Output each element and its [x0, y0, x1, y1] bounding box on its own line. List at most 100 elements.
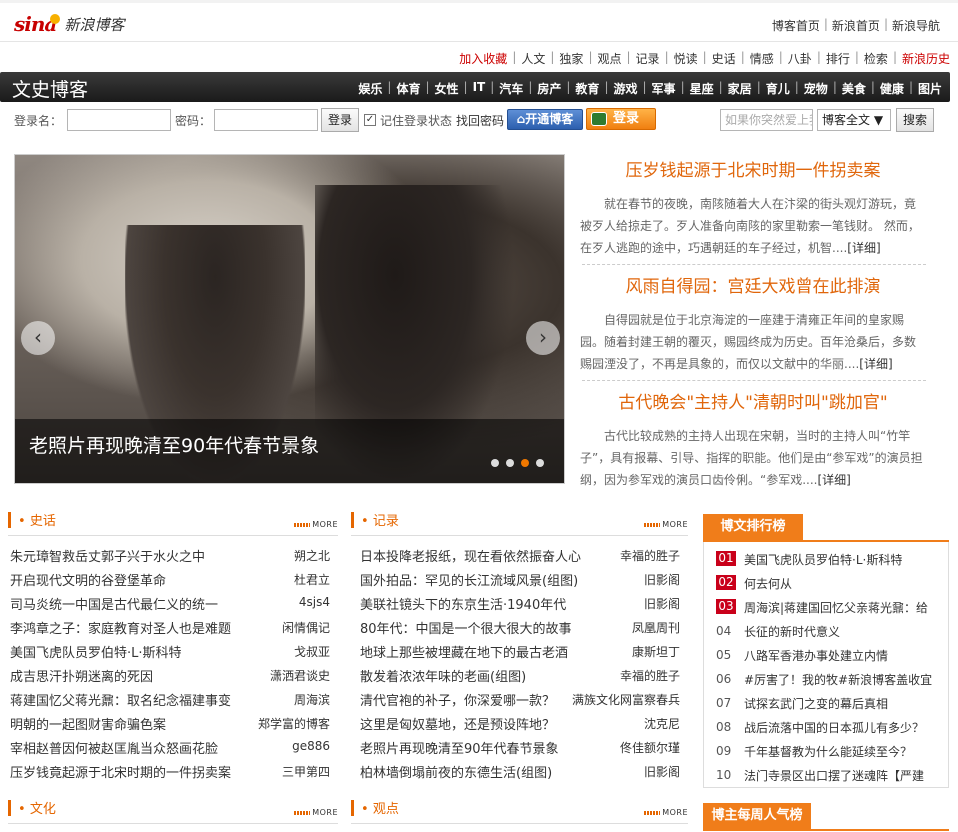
channel-nav-item[interactable]: 房产 [537, 80, 561, 97]
author-link[interactable]: 闲情偶记 [282, 619, 330, 636]
author-link[interactable]: 康斯坦丁 [632, 643, 680, 660]
channel-nav-item[interactable]: 游戏 [613, 80, 637, 97]
sina-nav-link[interactable]: 新浪导航 [892, 17, 940, 34]
ranking-title-link[interactable]: 长征的新时代意义 [744, 623, 840, 640]
article-title-link[interactable]: 清代官袍的补子，你深爱哪一款？ [360, 690, 555, 709]
subnav-item[interactable]: 情感 [750, 50, 774, 67]
login-button[interactable]: 登录 [321, 108, 359, 132]
slide-prev-arrow-icon[interactable]: ‹ [21, 321, 55, 355]
list-item[interactable]: 国外拍品：罕见的长江流域风景(组图) 旧影阁 [360, 566, 680, 590]
article-title-link[interactable]: 李鸿章之子：家庭教育对圣人也是难题 [10, 618, 231, 637]
ranking-item[interactable]: 10 法门寺景区出口摆了迷魂阵【严建 [716, 764, 944, 786]
sina-home-link[interactable]: 新浪首页 [832, 17, 880, 34]
add-favorite-link[interactable]: 加入收藏 [459, 50, 507, 67]
article-title-link[interactable]: 美联社镜头下的东京生活·1940年代 [360, 594, 566, 613]
author-link[interactable]: 沈克尼 [644, 715, 680, 732]
ranking-title-link[interactable]: 千年基督教为什么能延续至今？ [744, 743, 912, 760]
author-link[interactable]: 三甲第四 [282, 763, 330, 780]
channel-nav-item[interactable]: 教育 [575, 80, 599, 97]
list-item[interactable]: 老照片再现晚清至90年代春节景象 佟佳额尔瑾 [360, 734, 680, 758]
list-item[interactable]: 朱元璋智救岳丈郭子兴于水火之中 朔之北 [10, 542, 330, 566]
author-link[interactable]: 旧影阁 [644, 763, 680, 780]
author-link[interactable]: 幸福的胜子 [620, 667, 680, 684]
detail-link[interactable]: [详细] [859, 357, 892, 371]
article-title-link[interactable]: 散发着浓浓年味的老画(组图) [360, 666, 526, 685]
list-item[interactable]: 这里是匈奴墓地，还是预设阵地？ 沈克尼 [360, 710, 680, 734]
ranking-title-link[interactable]: 何去何从 [744, 575, 792, 592]
search-scope-select[interactable]: 博客全文 ▼ [817, 109, 891, 131]
author-link[interactable]: 满族文化网富察春兵 [572, 691, 680, 708]
subnav-item[interactable]: 记录 [636, 50, 660, 67]
channel-nav-item[interactable]: 体育 [396, 80, 420, 97]
channel-nav-item[interactable]: 汽车 [499, 80, 523, 97]
detail-link[interactable]: [详细] [847, 241, 880, 255]
article-title-link[interactable]: 压岁钱竟起源于北宋时期的一件拐卖案 [10, 762, 231, 781]
author-link[interactable]: 郑学富的博客 [258, 715, 330, 732]
channel-nav-item[interactable]: 宠物 [804, 80, 828, 97]
ranking-item[interactable]: 08 战后流落中国的日本孤儿有多少？ [716, 716, 944, 738]
open-blog-button[interactable]: ⌂开通博客 [507, 109, 583, 130]
article-title-link[interactable]: 地球上那些被埋藏在地下的最古老酒 [360, 642, 568, 661]
channel-nav-item[interactable]: IT [473, 80, 486, 97]
more-link[interactable]: MORE [294, 520, 338, 529]
channel-nav-item[interactable]: 女性 [435, 80, 459, 97]
list-item[interactable]: 美国飞虎队员罗伯特·L·斯科特 戈叔亚 [10, 638, 330, 662]
article-title-link[interactable]: 宰相赵普因何被赵匡胤当众怒画花脸 [10, 738, 218, 757]
ranking-item[interactable]: 04 长征的新时代意义 [716, 620, 944, 642]
slide-dot[interactable] [536, 459, 544, 467]
article-title-link[interactable]: 美国飞虎队员罗伯特·L·斯科特 [10, 642, 182, 661]
search-input[interactable]: 如果你突然爱上我 [720, 109, 813, 131]
username-input[interactable] [67, 109, 171, 131]
list-item[interactable]: 司马炎统一中国是古代最仁义的统一 4sjs4 [10, 590, 330, 614]
channel-nav-item[interactable]: 家居 [728, 80, 752, 97]
slide-dot[interactable] [506, 459, 514, 467]
list-item[interactable]: 散发着浓浓年味的老画(组图) 幸福的胜子 [360, 662, 680, 686]
sina-history-link[interactable]: 新浪历史 [902, 50, 950, 67]
article-title-link[interactable]: 司马炎统一中国是古代最仁义的统一 [10, 594, 218, 613]
slide-caption[interactable]: 老照片再现晚清至90年代春节景象 [29, 431, 319, 458]
subnav-item[interactable]: 观点 [597, 50, 621, 67]
subnav-item[interactable]: 史话 [712, 50, 736, 67]
author-link[interactable]: 戈叔亚 [294, 643, 330, 660]
channel-nav-item[interactable]: 军事 [652, 80, 676, 97]
ranking-item[interactable]: 09 千年基督教为什么能延续至今？ [716, 740, 944, 762]
author-link[interactable]: 佟佳额尔瑾 [620, 739, 680, 756]
article-title-link[interactable]: 蒋建国忆父蒋光鼐：取名纪念福建事变 [10, 690, 231, 709]
channel-nav-item[interactable]: 健康 [880, 80, 904, 97]
list-item[interactable]: 清代官袍的补子，你深爱哪一款？ 满族文化网富察春兵 [360, 686, 680, 710]
ranking-title-link[interactable]: 法门寺景区出口摆了迷魂阵【严建 [744, 767, 924, 784]
ranking-title-link[interactable]: 美国飞虎队员罗伯特·L·斯科特 [744, 551, 902, 568]
more-link[interactable]: MORE [644, 808, 688, 817]
author-link[interactable]: 幸福的胜子 [620, 547, 680, 564]
ranking-item[interactable]: 03 周海滨|蒋建国回忆父亲蒋光鼐：给 [716, 596, 944, 618]
list-item[interactable]: 开启现代文明的谷登堡革命 杜君立 [10, 566, 330, 590]
section-title[interactable]: • 记录 [361, 510, 399, 529]
author-link[interactable]: 旧影阁 [644, 571, 680, 588]
featured-title[interactable]: 压岁钱起源于北宋时期一件拐卖案 [580, 156, 926, 181]
more-link[interactable]: MORE [294, 808, 338, 817]
list-item[interactable]: 美联社镜头下的东京生活·1940年代 旧影阁 [360, 590, 680, 614]
author-link[interactable]: ge886 [292, 739, 330, 753]
author-link[interactable]: 周海滨 [294, 691, 330, 708]
author-link[interactable]: 杜君立 [294, 571, 330, 588]
author-link[interactable]: 旧影阁 [644, 595, 680, 612]
forgot-password-link[interactable]: 找回密码 [456, 112, 504, 129]
ranking-title-link[interactable]: #厉害了！我的牧#新浪博客盖收宜 [744, 671, 932, 688]
featured-title[interactable]: 古代晚会"主持人"清朝时叫"跳加官" [580, 388, 926, 413]
password-input[interactable] [214, 109, 318, 131]
article-title-link[interactable]: 老照片再现晚清至90年代春节景象 [360, 738, 559, 757]
ranking-title-link[interactable]: 战后流落中国的日本孤儿有多少？ [744, 719, 924, 736]
article-title-link[interactable]: 日本投降老报纸，现在看依然振奋人心 [360, 546, 581, 565]
blog-home-link[interactable]: 博客首页 [772, 17, 820, 34]
list-item[interactable]: 蒋建国忆父蒋光鼐：取名纪念福建事变 周海滨 [10, 686, 330, 710]
article-title-link[interactable]: 开启现代文明的谷登堡革命 [10, 570, 166, 589]
list-item[interactable]: 成吉思汗扑朔迷离的死因 潇洒君谈史 [10, 662, 330, 686]
ranking-title-link[interactable]: 周海滨|蒋建国回忆父亲蒋光鼐：给 [744, 599, 928, 616]
ranking-item[interactable]: 06 #厉害了！我的牧#新浪博客盖收宜 [716, 668, 944, 690]
section-title[interactable]: • 观点 [361, 798, 399, 817]
channel-nav-item[interactable]: 娱乐 [358, 80, 382, 97]
ranking-item[interactable]: 07 试探玄武门之变的幕后真相 [716, 692, 944, 714]
article-title-link[interactable]: 朱元璋智救岳丈郭子兴于水火之中 [10, 546, 205, 565]
list-item[interactable]: 李鸿章之子：家庭教育对圣人也是难题 闲情偶记 [10, 614, 330, 638]
list-item[interactable]: 明朝的一起图财害命骗色案 郑学富的博客 [10, 710, 330, 734]
